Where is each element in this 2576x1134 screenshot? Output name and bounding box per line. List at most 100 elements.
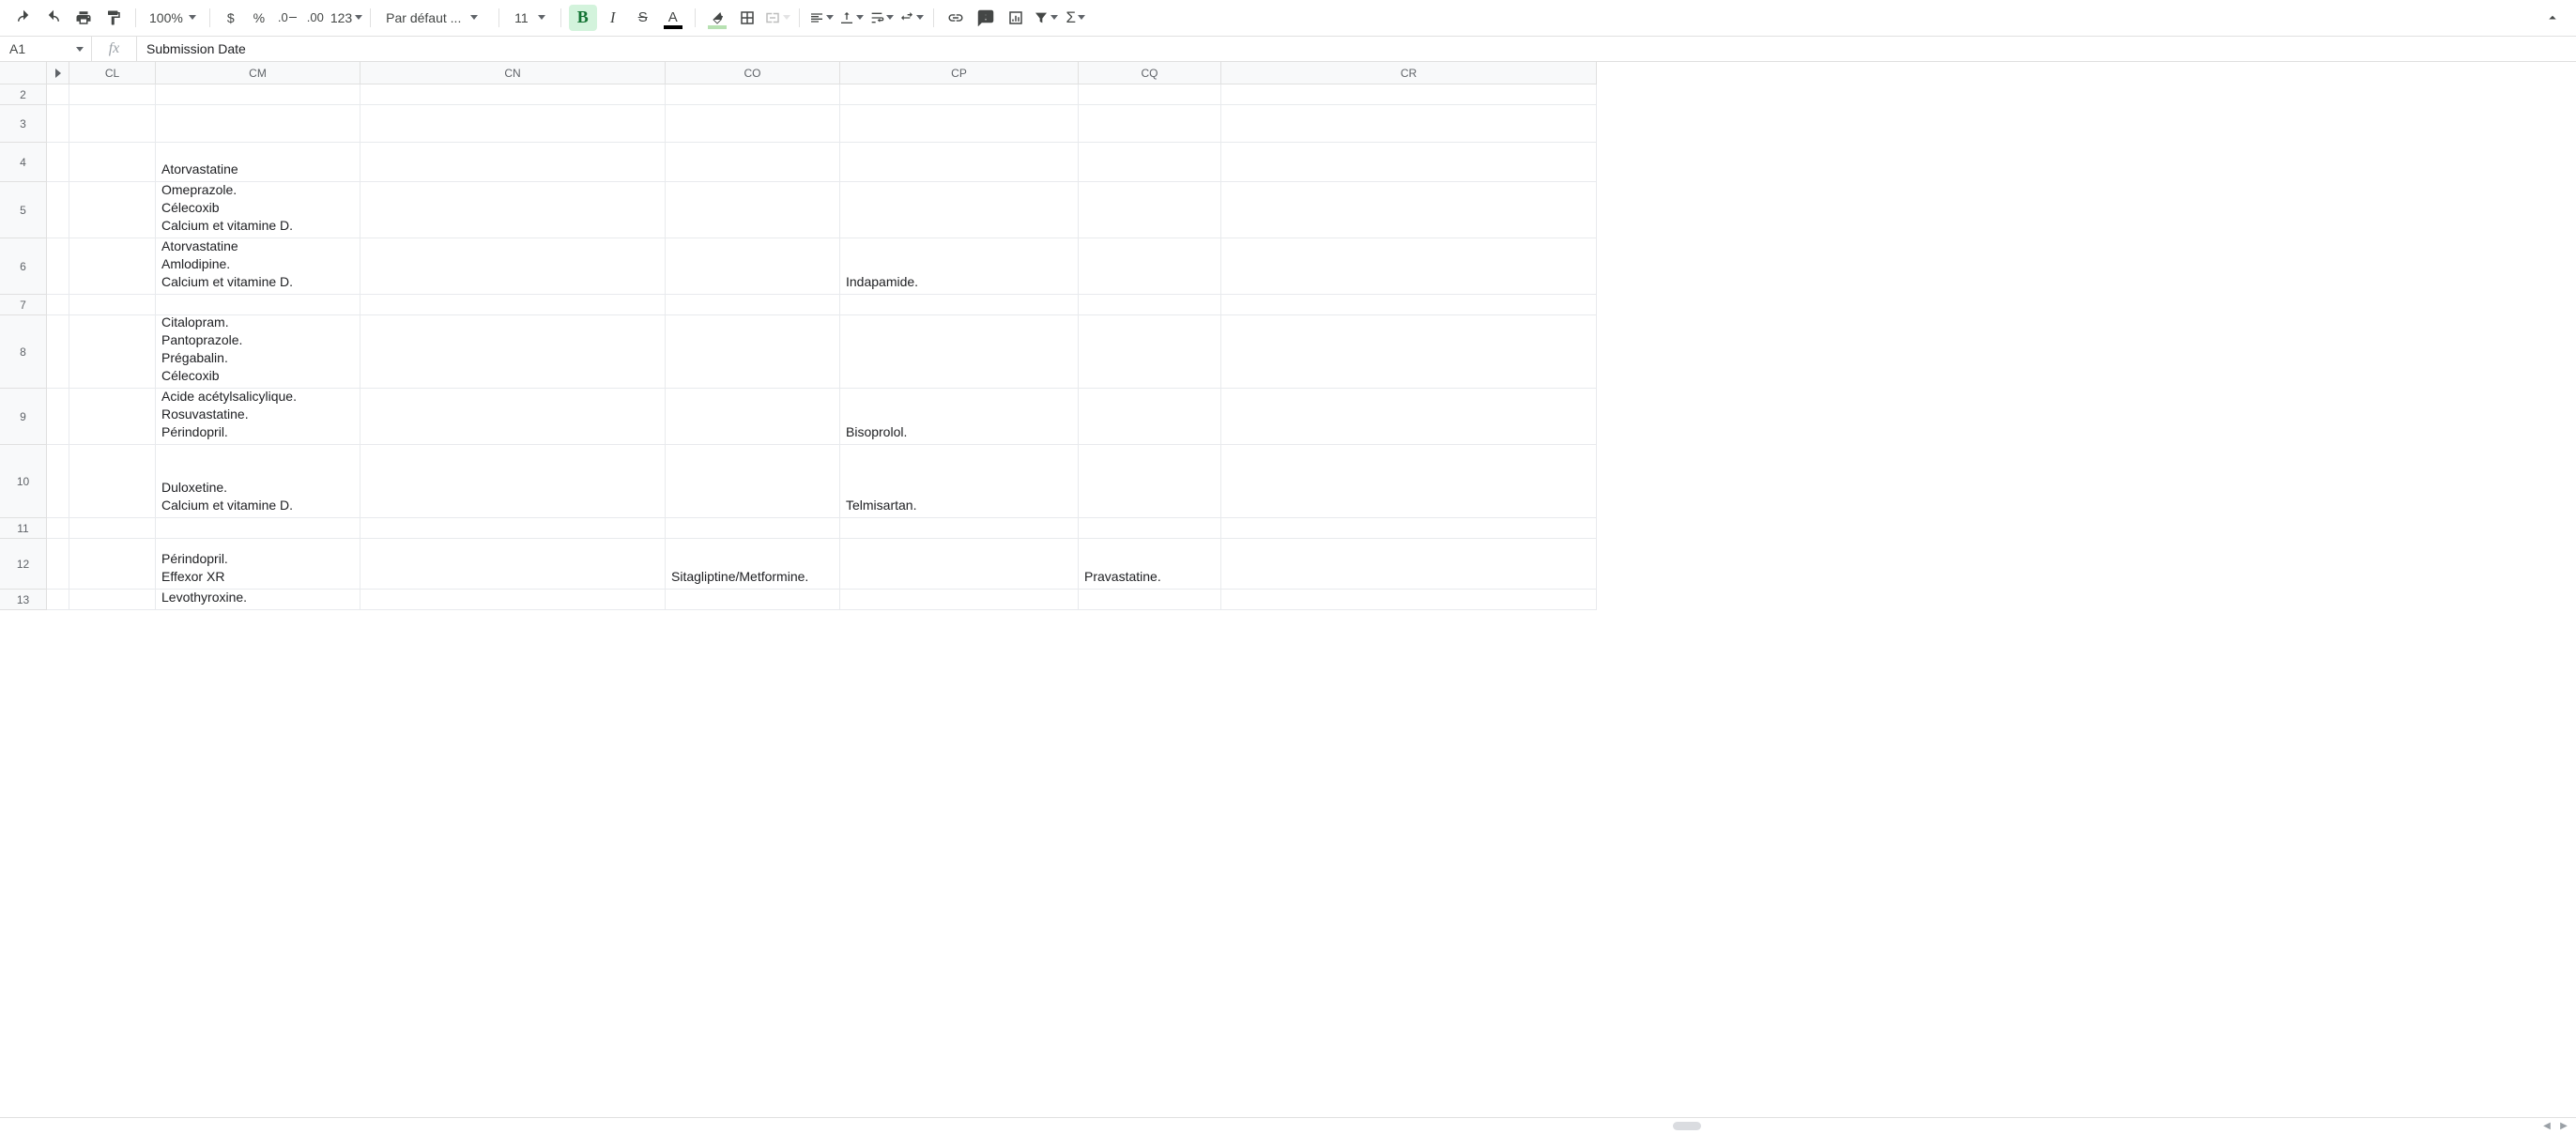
row-header[interactable]: 5 bbox=[0, 182, 47, 238]
cell[interactable] bbox=[1221, 590, 1597, 610]
column-header[interactable]: CP bbox=[840, 62, 1079, 84]
row-header[interactable]: 4 bbox=[0, 143, 47, 182]
cell[interactable] bbox=[1079, 445, 1221, 518]
cell[interactable] bbox=[1221, 389, 1597, 445]
cell[interactable] bbox=[156, 518, 360, 539]
row-header[interactable]: 13 bbox=[0, 590, 47, 610]
cell[interactable] bbox=[360, 445, 666, 518]
cell[interactable] bbox=[69, 84, 156, 105]
font-size-dropdown[interactable]: 11 bbox=[507, 5, 553, 31]
cell[interactable] bbox=[1221, 315, 1597, 389]
cell[interactable] bbox=[1221, 295, 1597, 315]
cell[interactable] bbox=[666, 518, 840, 539]
cell[interactable] bbox=[840, 518, 1079, 539]
cell[interactable] bbox=[840, 539, 1079, 590]
cell[interactable] bbox=[360, 518, 666, 539]
cell[interactable] bbox=[360, 389, 666, 445]
cell[interactable] bbox=[1221, 84, 1597, 105]
cell[interactable] bbox=[69, 315, 156, 389]
cell[interactable] bbox=[840, 182, 1079, 238]
cell[interactable] bbox=[666, 295, 840, 315]
insert-link-button[interactable] bbox=[942, 5, 970, 31]
row-header[interactable]: 9 bbox=[0, 389, 47, 445]
print-button[interactable] bbox=[69, 5, 98, 31]
row-header[interactable]: 3 bbox=[0, 105, 47, 143]
row-header[interactable]: 10 bbox=[0, 445, 47, 518]
cell[interactable] bbox=[666, 84, 840, 105]
cell[interactable] bbox=[840, 590, 1079, 610]
cell[interactable] bbox=[360, 182, 666, 238]
cell[interactable] bbox=[360, 84, 666, 105]
column-header[interactable]: CL bbox=[69, 62, 156, 84]
cell[interactable] bbox=[69, 518, 156, 539]
cell[interactable] bbox=[1079, 389, 1221, 445]
cell[interactable]: Duloxetine. Calcium et vitamine D. bbox=[156, 445, 360, 518]
cell[interactable] bbox=[840, 315, 1079, 389]
scroll-thumb[interactable] bbox=[1673, 1122, 1701, 1130]
cell[interactable] bbox=[1079, 518, 1221, 539]
cell[interactable] bbox=[666, 389, 840, 445]
cell[interactable] bbox=[360, 539, 666, 590]
text-wrap-button[interactable] bbox=[867, 5, 896, 31]
filter-button[interactable] bbox=[1032, 5, 1060, 31]
spreadsheet-grid[interactable]: CLCMCNCOCPCQCR234Atorvastatine5Omeprazol… bbox=[0, 62, 2576, 1117]
cell[interactable] bbox=[1079, 143, 1221, 182]
cell[interactable] bbox=[360, 143, 666, 182]
column-header[interactable]: CM bbox=[156, 62, 360, 84]
cell[interactable] bbox=[840, 105, 1079, 143]
italic-button[interactable]: I bbox=[599, 5, 627, 31]
row-header[interactable]: 7 bbox=[0, 295, 47, 315]
cell[interactable]: Pravastatine. bbox=[1079, 539, 1221, 590]
cell[interactable]: Sitagliptine/Metformine. bbox=[666, 539, 840, 590]
redo-button[interactable] bbox=[39, 5, 68, 31]
fill-color-button[interactable] bbox=[703, 5, 731, 31]
row-header[interactable]: 11 bbox=[0, 518, 47, 539]
scroll-left-button[interactable]: ◀ bbox=[2540, 1120, 2553, 1133]
collapse-toolbar-button[interactable] bbox=[2538, 5, 2567, 31]
undo-button[interactable] bbox=[9, 5, 38, 31]
cell[interactable] bbox=[1079, 295, 1221, 315]
cell[interactable] bbox=[1221, 445, 1597, 518]
column-header[interactable]: CR bbox=[1221, 62, 1597, 84]
cell[interactable] bbox=[360, 238, 666, 295]
column-header[interactable]: CO bbox=[666, 62, 840, 84]
cell[interactable]: Périndopril. Effexor XR bbox=[156, 539, 360, 590]
cell[interactable] bbox=[156, 84, 360, 105]
bold-button[interactable]: B bbox=[569, 5, 597, 31]
percent-button[interactable]: % bbox=[246, 5, 272, 31]
cell[interactable] bbox=[360, 590, 666, 610]
paint-format-button[interactable] bbox=[100, 5, 128, 31]
cell[interactable] bbox=[840, 84, 1079, 105]
cell[interactable] bbox=[1221, 518, 1597, 539]
vertical-align-button[interactable] bbox=[837, 5, 866, 31]
cell[interactable] bbox=[666, 445, 840, 518]
cell[interactable]: Bisoprolol. bbox=[840, 389, 1079, 445]
cell[interactable] bbox=[360, 295, 666, 315]
formula-input[interactable]: Submission Date bbox=[137, 41, 2576, 56]
text-color-button[interactable]: A bbox=[659, 5, 687, 31]
cell[interactable] bbox=[69, 105, 156, 143]
row-header[interactable]: 6 bbox=[0, 238, 47, 295]
cell[interactable] bbox=[1221, 105, 1597, 143]
cell[interactable] bbox=[666, 182, 840, 238]
cell[interactable]: Omeprazole. Célecoxib Calcium et vitamin… bbox=[156, 182, 360, 238]
cell[interactable] bbox=[360, 105, 666, 143]
cell[interactable] bbox=[840, 295, 1079, 315]
cell[interactable] bbox=[360, 315, 666, 389]
cell[interactable]: Citalopram. Pantoprazole. Prégabalin. Cé… bbox=[156, 315, 360, 389]
cell[interactable] bbox=[156, 295, 360, 315]
cell[interactable] bbox=[1079, 238, 1221, 295]
scroll-right-button[interactable]: ▶ bbox=[2557, 1120, 2570, 1133]
row-header[interactable]: 8 bbox=[0, 315, 47, 389]
cell[interactable] bbox=[69, 182, 156, 238]
cell[interactable] bbox=[69, 238, 156, 295]
cell[interactable] bbox=[1079, 84, 1221, 105]
cell[interactable] bbox=[1221, 539, 1597, 590]
font-family-dropdown[interactable]: Par défaut ... bbox=[378, 5, 491, 31]
cell[interactable] bbox=[69, 445, 156, 518]
cell[interactable] bbox=[1079, 105, 1221, 143]
name-box[interactable]: A1 bbox=[0, 37, 92, 61]
decrease-decimal-button[interactable]: .0 bbox=[274, 5, 300, 31]
cell[interactable]: Levothyroxine. bbox=[156, 590, 360, 610]
cell[interactable] bbox=[666, 143, 840, 182]
